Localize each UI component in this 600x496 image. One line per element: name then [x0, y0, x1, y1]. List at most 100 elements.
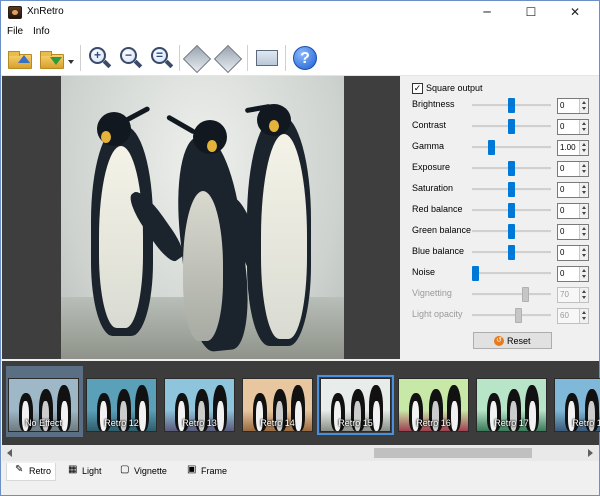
- slider-label: Brightness: [412, 99, 455, 109]
- spin-arrows-icon[interactable]: [579, 183, 588, 197]
- effect-thumbnail[interactable]: Retro 15: [317, 375, 394, 435]
- value-spinbox[interactable]: 0: [557, 119, 589, 135]
- tab-label: Vignette: [134, 466, 167, 476]
- reset-button[interactable]: ↺ Reset: [473, 332, 552, 349]
- slider-thumb[interactable]: [508, 245, 515, 260]
- slider-thumb[interactable]: [508, 161, 515, 176]
- effect-thumbnail[interactable]: Retro 14: [242, 378, 313, 432]
- effect-thumbnail[interactable]: Retro 16: [398, 378, 469, 432]
- slider-row: Gamma 1.00: [401, 138, 598, 159]
- value-spinbox[interactable]: 0: [557, 161, 589, 177]
- slider-thumb[interactable]: [472, 266, 479, 281]
- spin-arrows-icon[interactable]: [579, 225, 588, 239]
- window-title: XnRetro: [27, 6, 64, 17]
- menu-info[interactable]: Info: [33, 26, 50, 37]
- spin-arrows-icon[interactable]: [579, 120, 588, 134]
- square-output-checkbox[interactable]: ✓: [412, 83, 423, 94]
- rotate-left-button[interactable]: [182, 43, 212, 74]
- slider-thumb: [522, 287, 529, 302]
- toolbar-separator: [285, 45, 286, 71]
- download-arrow-icon: [50, 57, 62, 65]
- slider-row: Brightness 0: [401, 96, 598, 117]
- zoom-fit-button[interactable]: =: [147, 43, 175, 73]
- slider-row: Saturation 0: [401, 180, 598, 201]
- value-spinbox[interactable]: 0: [557, 245, 589, 261]
- value-spinbox: 60: [557, 308, 589, 324]
- value-spinbox[interactable]: 0: [557, 182, 589, 198]
- effect-label: Retro 18: [572, 418, 600, 428]
- effect-thumbnail[interactable]: Retro 17: [476, 378, 547, 432]
- spin-arrows-icon[interactable]: [579, 162, 588, 176]
- scroll-right-icon[interactable]: [588, 449, 593, 457]
- slider-thumb[interactable]: [508, 224, 515, 239]
- slider-row: Noise 0: [401, 264, 598, 285]
- tab-retro[interactable]: ✎ Retro: [6, 463, 56, 481]
- effect-thumbnail[interactable]: No Effect: [8, 378, 79, 432]
- menu-file[interactable]: File: [7, 26, 23, 37]
- export-icon: [256, 50, 278, 66]
- slider-thumb[interactable]: [508, 119, 515, 134]
- adjustment-panel: ✓ Square output Brightness 0 Contrast 0 Gamm…: [401, 76, 598, 359]
- slider-label: Light opacity: [412, 309, 463, 319]
- value-spinbox[interactable]: 0: [557, 224, 589, 240]
- reset-icon: ↺: [494, 336, 504, 346]
- slider-label: Vignetting: [412, 288, 452, 298]
- tab-light[interactable]: ▦ Light: [60, 463, 108, 481]
- effect-thumbnail[interactable]: Retro 13: [164, 378, 235, 432]
- slider-thumb[interactable]: [488, 140, 495, 155]
- slider-track: [472, 293, 551, 296]
- value-spinbox[interactable]: 0: [557, 266, 589, 282]
- spin-arrows-icon[interactable]: [579, 267, 588, 281]
- maximize-button[interactable]: ☐: [509, 1, 553, 24]
- scrollbar-thumb[interactable]: [374, 448, 532, 458]
- save-dropdown-button[interactable]: [67, 58, 75, 66]
- effect-thumbnail[interactable]: Retro 18: [554, 378, 600, 432]
- app-icon: [8, 6, 22, 19]
- rotate-right-button[interactable]: [213, 43, 243, 74]
- slider-label: Exposure: [412, 162, 451, 172]
- export-button[interactable]: [253, 43, 281, 73]
- close-button[interactable]: ✕: [553, 1, 597, 24]
- retro-icon: ✎: [15, 464, 24, 475]
- value-spinbox[interactable]: 0: [557, 98, 589, 114]
- effect-thumbnail[interactable]: Retro 12: [86, 378, 157, 432]
- toolbar-separator: [80, 45, 81, 71]
- zoom-in-button[interactable]: +: [85, 43, 113, 73]
- slider-thumb[interactable]: [508, 98, 515, 113]
- minimize-button[interactable]: ─: [465, 1, 509, 24]
- upload-arrow-icon: [18, 55, 30, 63]
- vignette-icon: ▢: [120, 464, 130, 475]
- spin-arrows-icon[interactable]: [579, 246, 588, 260]
- menu-bar: File Info: [1, 24, 599, 40]
- help-button[interactable]: ?: [291, 43, 319, 73]
- xnretro-window: XnRetro ─ ☐ ✕ File Info + − = ? ✓ Square…: [0, 0, 600, 496]
- effect-label: Retro 15: [338, 418, 373, 428]
- slider-thumb[interactable]: [508, 182, 515, 197]
- rotate-right-icon: [213, 44, 243, 74]
- slider-track[interactable]: [472, 272, 551, 275]
- effect-strip: No Effect Retro 12 Retro 13 Retro 14 Retro 1…: [2, 361, 600, 461]
- slider-track: [472, 314, 551, 317]
- tab-frame[interactable]: ▣ Frame: [179, 463, 233, 481]
- horizontal-scrollbar[interactable]: [2, 445, 599, 461]
- slider-thumb[interactable]: [508, 203, 515, 218]
- slider-row: Exposure 0: [401, 159, 598, 180]
- save-button[interactable]: [38, 43, 66, 73]
- slider-label: Gamma: [412, 141, 445, 151]
- slider-row: Green balance 0: [401, 222, 598, 243]
- tab-vignette[interactable]: ▢ Vignette: [112, 463, 175, 481]
- effect-label: Retro 14: [260, 418, 295, 428]
- zoom-out-button[interactable]: −: [116, 43, 144, 73]
- open-button[interactable]: [6, 43, 34, 73]
- spin-arrows-icon[interactable]: [579, 99, 588, 113]
- effect-label: No Effect: [25, 418, 62, 428]
- value-spinbox[interactable]: 1.00: [557, 140, 589, 156]
- effect-label: Retro 16: [416, 418, 451, 428]
- spin-arrows-icon[interactable]: [579, 141, 588, 155]
- slider-thumb: [515, 308, 522, 323]
- spin-arrows-icon[interactable]: [579, 204, 588, 218]
- slider-row: Red balance 0: [401, 201, 598, 222]
- value-spinbox[interactable]: 0: [557, 203, 589, 219]
- scroll-left-icon[interactable]: [7, 449, 12, 457]
- slider-track[interactable]: [472, 146, 551, 149]
